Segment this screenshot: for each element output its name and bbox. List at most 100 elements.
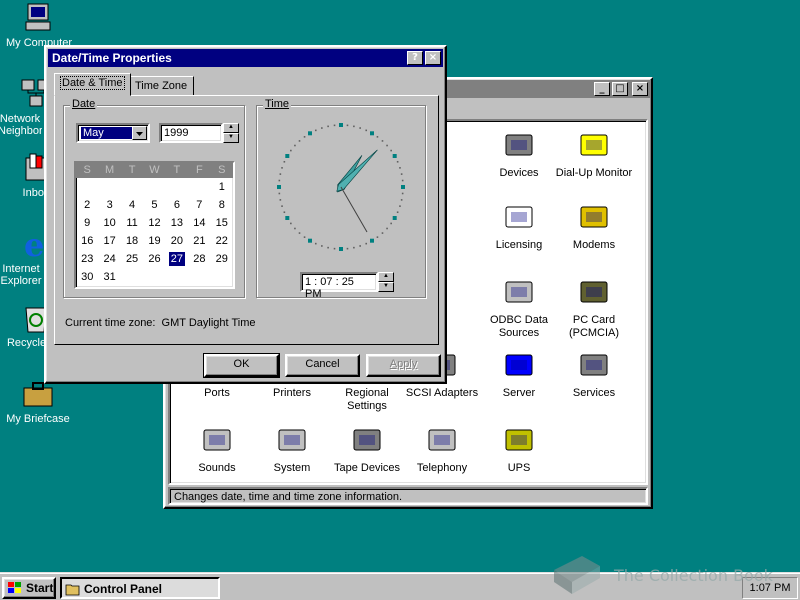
calendar-day[interactable]: 30 bbox=[76, 268, 98, 286]
calendar-day[interactable]: 28 bbox=[188, 250, 210, 268]
folder-icon bbox=[65, 584, 80, 596]
calendar-day[interactable]: 5 bbox=[143, 196, 165, 214]
cp-item-services[interactable]: Services bbox=[555, 349, 633, 400]
time-field[interactable]: 1 : 07 : 25 PM bbox=[300, 272, 378, 300]
calendar-day[interactable]: 24 bbox=[98, 250, 120, 268]
cp-item-modems[interactable]: Modems bbox=[555, 201, 633, 252]
apply-button[interactable]: Apply bbox=[366, 354, 441, 377]
calendar-day[interactable]: 25 bbox=[121, 250, 143, 268]
calendar-day[interactable]: 22 bbox=[211, 232, 233, 250]
calendar-day[interactable]: 31 bbox=[98, 268, 120, 286]
clock-minute-mark bbox=[294, 144, 296, 147]
clock-minute-mark bbox=[365, 129, 368, 132]
calendar-day[interactable]: 3 bbox=[98, 196, 120, 214]
month-select[interactable]: May bbox=[76, 123, 150, 143]
tab-date-time[interactable]: Date & Time bbox=[54, 73, 131, 96]
calendar-day[interactable]: 9 bbox=[76, 214, 98, 232]
desktop-icon-my-computer[interactable]: My Computer bbox=[0, 2, 76, 49]
cp-item-dialup-monitor[interactable]: Dial-Up Monitor bbox=[555, 129, 633, 180]
time-zone-line: Current time zone: GMT Daylight Time bbox=[65, 317, 255, 329]
tab-panel: Date May 1999 ▲ ▼ SMTWTFS 1 2 3 4 5 6 7 8 9 10 11 1… bbox=[54, 95, 439, 345]
clock-minute-mark bbox=[279, 173, 282, 175]
cp-item-label: Ports bbox=[204, 387, 230, 399]
clock-minute-mark bbox=[314, 129, 317, 132]
calendar-day[interactable]: 26 bbox=[143, 250, 165, 268]
date-time-dialog[interactable]: Date/Time Properties ? × Date & Time Tim… bbox=[44, 45, 447, 384]
cp-item-label: ODBC Data Sources bbox=[489, 314, 549, 339]
calendar-day[interactable]: 18 bbox=[121, 232, 143, 250]
calendar-day[interactable]: 4 bbox=[121, 196, 143, 214]
calendar-day[interactable]: 29 bbox=[211, 250, 233, 268]
cp-item-tape-devices[interactable]: Tape Devices bbox=[328, 424, 406, 475]
calendar-day[interactable]: 17 bbox=[98, 232, 120, 250]
desktop-icon-my-briefcase[interactable]: My Briefcase bbox=[0, 378, 76, 425]
cp-item-odbc[interactable]: ODBC Data Sources bbox=[480, 276, 558, 340]
clock-hour-mark bbox=[370, 238, 374, 243]
taskbar-button-control-panel[interactable]: Control Panel bbox=[60, 577, 220, 599]
calendar-day[interactable]: 13 bbox=[166, 214, 188, 232]
ok-button[interactable]: OK bbox=[203, 353, 280, 378]
clock-minute-mark bbox=[365, 242, 368, 245]
maximize-button[interactable]: □ bbox=[612, 82, 628, 96]
calendar-day[interactable]: 1 bbox=[211, 178, 233, 196]
calendar-day[interactable]: 20 bbox=[166, 232, 188, 250]
clock-minute-mark bbox=[376, 236, 379, 238]
cp-item-label: Server bbox=[502, 387, 536, 399]
calendar-day[interactable]: 2 bbox=[76, 196, 98, 214]
calendar-day[interactable]: 15 bbox=[211, 214, 233, 232]
cp-item-licensing[interactable]: Licensing bbox=[480, 201, 558, 252]
clock-hour-mark bbox=[308, 238, 312, 243]
clock-minute-mark bbox=[327, 125, 329, 128]
calendar-day[interactable]: 6 bbox=[166, 196, 188, 214]
date-group: Date May 1999 ▲ ▼ SMTWTFS 1 2 3 4 5 6 7 8 9 10 11 1… bbox=[63, 98, 245, 298]
calendar-day[interactable]: 16 bbox=[76, 232, 98, 250]
clock-minute-mark bbox=[353, 246, 355, 249]
calendar-day[interactable]: 10 bbox=[98, 214, 120, 232]
sounds-icon bbox=[200, 424, 234, 458]
help-button[interactable]: ? bbox=[407, 51, 423, 65]
spin-down-icon[interactable]: ▼ bbox=[223, 133, 239, 143]
calendar-days[interactable]: 1 2 3 4 5 6 7 8 9 10 11 12 13 14 15 16 17 18 19 20 21 22 23 24 2… bbox=[76, 178, 233, 286]
calendar-day[interactable]: 7 bbox=[188, 196, 210, 214]
minimize-button[interactable]: _ bbox=[594, 82, 610, 96]
calendar-day[interactable]: 21 bbox=[188, 232, 210, 250]
windows-logo-icon bbox=[8, 582, 21, 593]
cancel-button[interactable]: Cancel bbox=[285, 354, 360, 377]
close-button[interactable]: × bbox=[632, 82, 648, 96]
desktop-icon-label: My Briefcase bbox=[6, 413, 70, 425]
calendar-day[interactable]: 8 bbox=[211, 196, 233, 214]
cp-item-telephony[interactable]: Telephony bbox=[403, 424, 481, 475]
calendar-day[interactable]: 12 bbox=[143, 214, 165, 232]
clock-hour-mark bbox=[339, 123, 343, 127]
cp-item-ups[interactable]: UPS bbox=[480, 424, 558, 475]
year-field[interactable]: 1999 bbox=[159, 123, 223, 143]
cp-item-server[interactable]: Server bbox=[480, 349, 558, 400]
spin-up-icon[interactable]: ▲ bbox=[378, 272, 394, 282]
start-button[interactable]: Start bbox=[2, 577, 56, 599]
calendar[interactable]: SMTWTFS 1 2 3 4 5 6 7 8 9 10 11 12 13 14 15 16 17 18 19 20 2… bbox=[74, 161, 235, 289]
month-dropdown-button[interactable] bbox=[132, 126, 147, 140]
spin-up-icon[interactable]: ▲ bbox=[223, 123, 239, 133]
calendar-empty-cell bbox=[188, 178, 210, 196]
spin-down-icon[interactable]: ▼ bbox=[378, 282, 394, 292]
dialog-titlebar[interactable]: Date/Time Properties ? × bbox=[48, 49, 443, 67]
clock-minute-mark bbox=[390, 149, 392, 152]
calendar-day[interactable]: 11 bbox=[121, 214, 143, 232]
cp-item-system[interactable]: System bbox=[253, 424, 331, 475]
calendar-day[interactable]: 19 bbox=[143, 232, 165, 250]
clock-minute-mark bbox=[401, 192, 404, 195]
cp-item-devices[interactable]: Devices bbox=[480, 129, 558, 180]
cp-item-sounds[interactable]: Sounds bbox=[178, 424, 256, 475]
calendar-empty-cell bbox=[121, 178, 143, 196]
calendar-day[interactable]: 23 bbox=[76, 250, 98, 268]
year-spinner[interactable]: ▲ ▼ bbox=[223, 123, 239, 143]
clock-minute-mark bbox=[333, 124, 336, 127]
tab-time-zone[interactable]: Time Zone bbox=[128, 76, 195, 96]
time-spinner[interactable]: ▲ ▼ bbox=[378, 272, 394, 292]
close-button[interactable]: × bbox=[425, 51, 441, 65]
clock-hour-mark bbox=[370, 131, 374, 136]
calendar-day[interactable]: 14 bbox=[188, 214, 210, 232]
cp-item-pc-card[interactable]: PC Card (PCMCIA) bbox=[555, 276, 633, 340]
clock-minute-mark bbox=[283, 160, 286, 163]
calendar-day[interactable]: 27 bbox=[168, 252, 186, 266]
